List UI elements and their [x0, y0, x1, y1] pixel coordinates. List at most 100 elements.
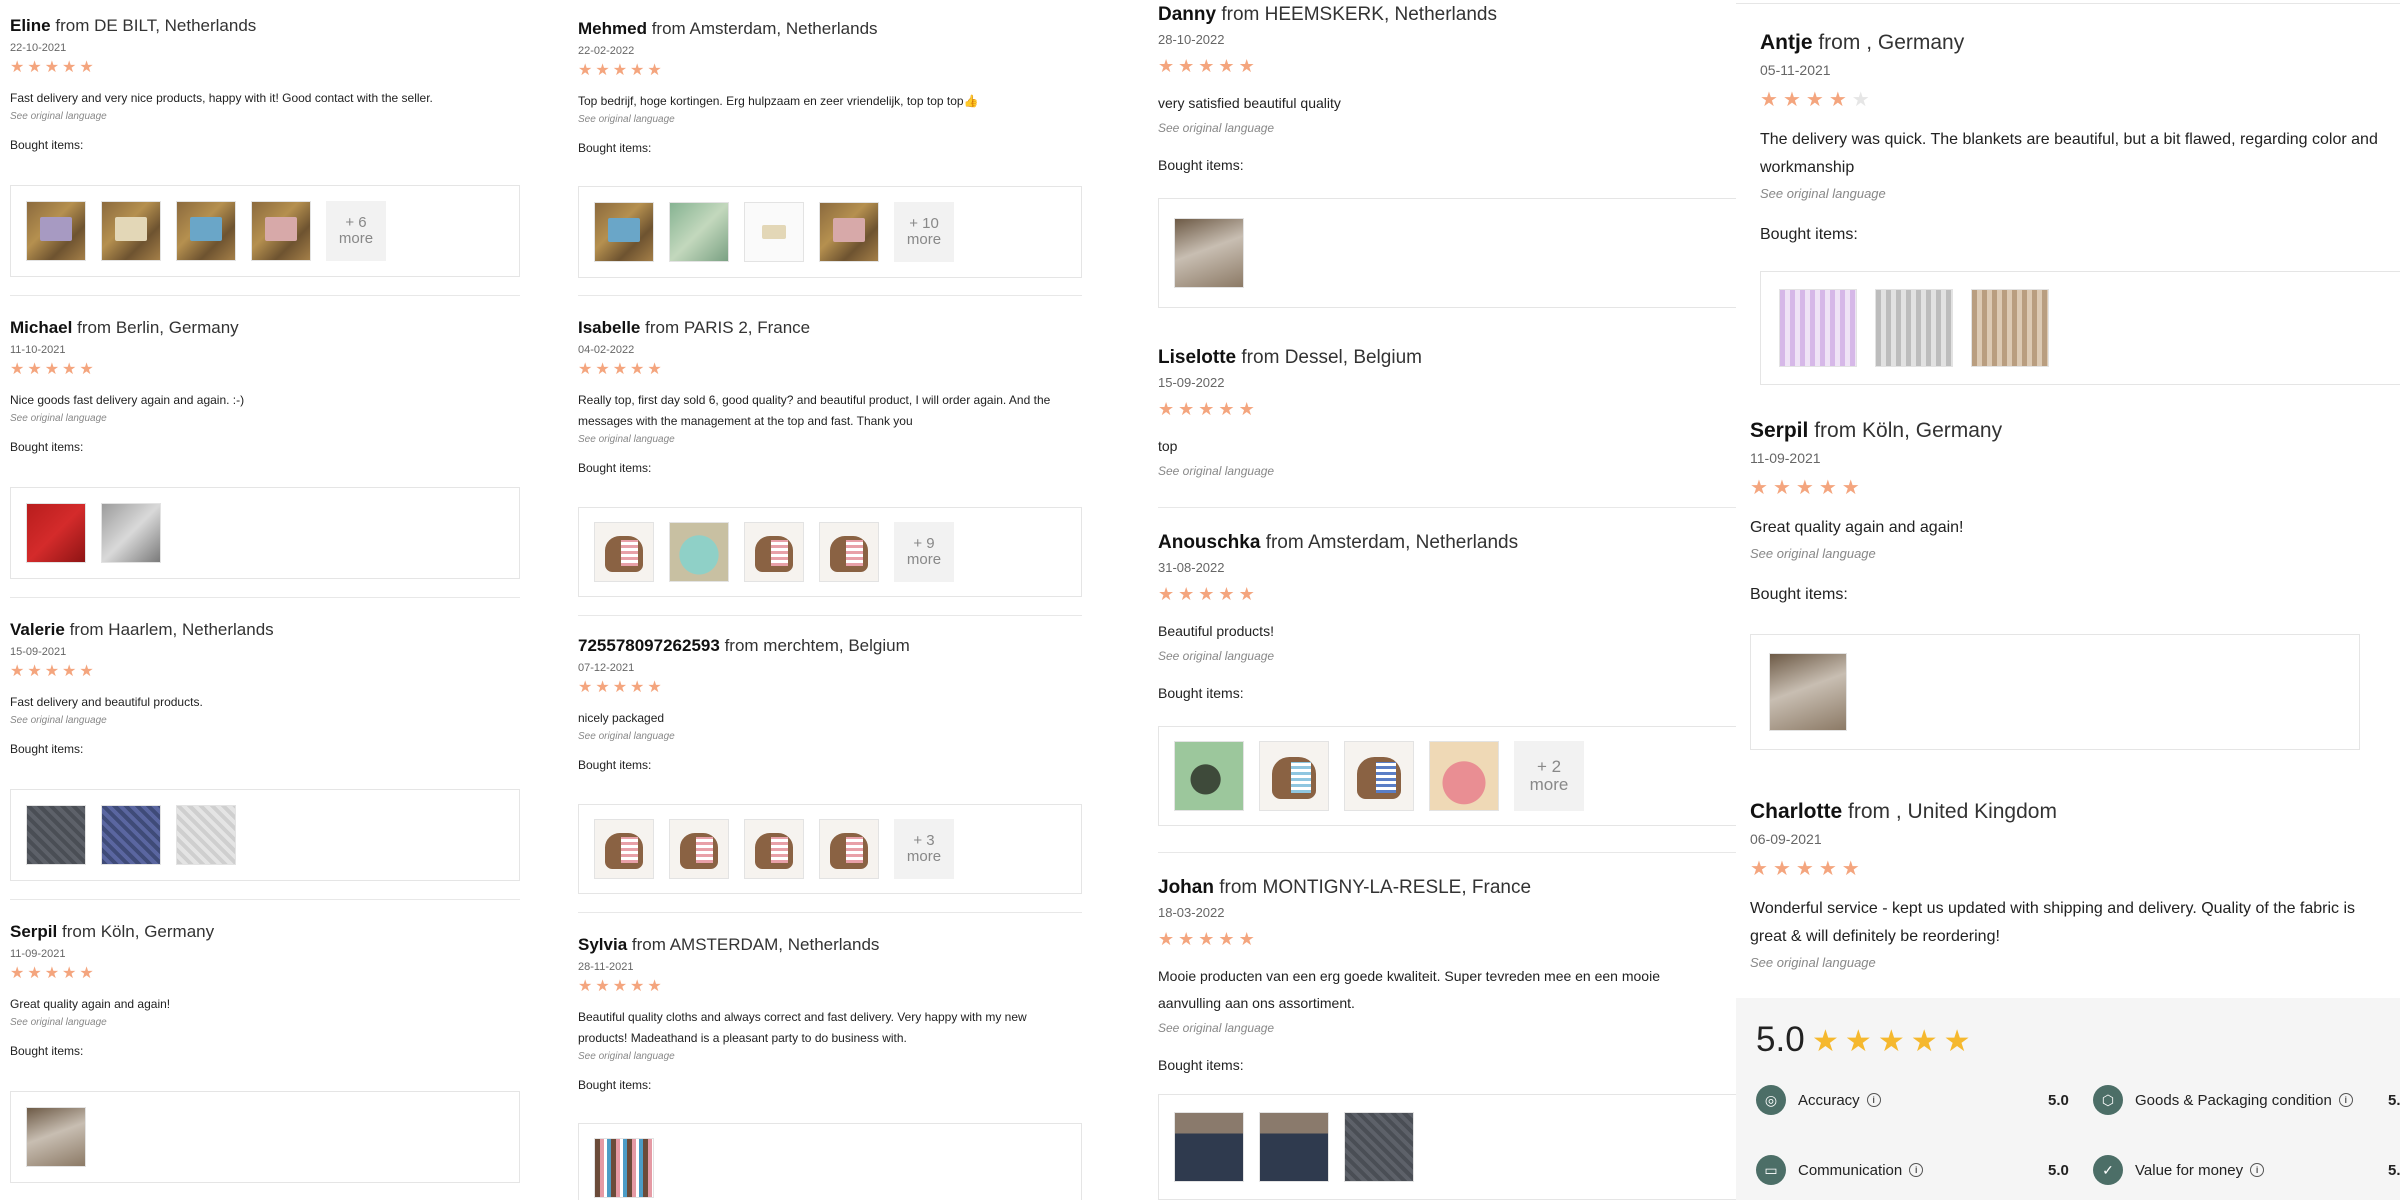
info-icon[interactable]: i — [2250, 1163, 2265, 1177]
star-icon: ★ — [1198, 399, 1215, 419]
more-items-button[interactable]: + 2 more — [1514, 741, 1584, 811]
bought-items-label: Bought items: — [1158, 157, 1244, 173]
product-thumbnail[interactable] — [101, 503, 161, 563]
product-thumbnail[interactable] — [669, 202, 729, 262]
product-thumbnail[interactable] — [1259, 1112, 1329, 1182]
product-thumbnail[interactable] — [1174, 741, 1244, 811]
reviewer-line: 725578097262593 from merchtem, Belgium — [578, 636, 1078, 656]
product-thumbnail[interactable] — [594, 819, 654, 879]
metric-label: Accuracy — [1798, 1091, 1860, 1109]
see-original-language-link[interactable]: See original language — [1158, 121, 1736, 135]
product-thumbnail[interactable] — [1429, 741, 1499, 811]
see-original-language-link[interactable]: See original language — [1158, 464, 1736, 478]
product-thumbnail[interactable] — [1174, 218, 1244, 288]
see-original-language-link[interactable]: See original language — [1158, 1021, 1736, 1035]
info-icon[interactable]: i — [1909, 1163, 1924, 1177]
see-original-language-link[interactable]: See original language — [578, 114, 1078, 125]
see-original-language-link[interactable]: See original language — [578, 731, 1078, 742]
reviewer-location: MONTIGNY-LA-RESLE, France — [1262, 877, 1532, 898]
product-thumbnail[interactable] — [1769, 653, 1847, 731]
product-thumbnail[interactable] — [1174, 1112, 1244, 1182]
from-label: from — [724, 636, 759, 655]
metric-label: Value for money — [2135, 1161, 2244, 1179]
from-label: from — [651, 19, 686, 38]
more-items-button[interactable]: + 10 more — [894, 202, 954, 262]
metric-communication: ▭ Communication i — [1756, 1155, 1924, 1185]
reviewer-location: DE BILT, Netherlands — [94, 16, 257, 35]
star-icon: ★ — [1218, 929, 1235, 949]
reviewer-line: Liselotte from Dessel, Belgium — [1158, 347, 1736, 369]
product-thumbnail[interactable] — [1971, 289, 2049, 367]
product-thumbnail[interactable] — [26, 805, 86, 865]
product-thumbnail[interactable] — [1344, 1112, 1414, 1182]
more-count: + 6 — [345, 214, 367, 232]
product-thumbnail[interactable] — [669, 522, 729, 582]
product-thumbnail[interactable] — [744, 522, 804, 582]
product-thumbnail[interactable] — [1779, 289, 1857, 367]
product-thumbnail[interactable] — [669, 819, 729, 879]
more-items-button[interactable]: + 3 more — [894, 819, 954, 879]
see-original-language-link[interactable]: See original language — [1750, 546, 2400, 561]
metric-value: 5.0 — [2048, 1092, 2069, 1109]
product-thumbnail[interactable] — [744, 202, 804, 262]
product-thumbnail[interactable] — [1875, 289, 1953, 367]
review-date: 22-02-2022 — [578, 45, 635, 57]
reviewer-line: Serpil from Köln, Germany — [10, 922, 520, 942]
star-icon: ★ — [44, 965, 60, 982]
product-thumbnail[interactable] — [26, 1107, 86, 1167]
more-label: more — [1529, 775, 1569, 794]
star-icon: ★ — [647, 62, 662, 79]
product-thumbnail[interactable] — [101, 201, 161, 261]
reviewer-location: merchtem, Belgium — [763, 636, 910, 655]
product-thumbnail[interactable] — [819, 819, 879, 879]
see-original-language-link[interactable]: See original language — [10, 413, 520, 424]
product-thumbnail[interactable] — [1259, 741, 1329, 811]
star-icon: ★ — [1238, 56, 1255, 76]
see-original-language-link[interactable]: See original language — [578, 1051, 1078, 1062]
see-original-language-link[interactable]: See original language — [10, 1017, 520, 1028]
product-thumbnail[interactable] — [819, 202, 879, 262]
review-date: 15-09-2022 — [1158, 375, 1225, 390]
info-icon[interactable]: i — [2338, 1093, 2353, 1107]
metric-goods-packaging: ⬡ Goods & Packaging condition i — [2093, 1085, 2353, 1115]
see-original-language-link[interactable]: See original language — [10, 715, 520, 726]
product-thumbnail[interactable] — [1344, 741, 1414, 811]
reviewer-location: Köln, Germany — [100, 922, 215, 941]
see-original-language-link[interactable]: See original language — [1158, 649, 1736, 663]
rating-stars: ★ ★ ★ ★ ★ — [10, 60, 520, 76]
see-original-language-link[interactable]: See original language — [1760, 186, 2400, 201]
product-thumbnail[interactable] — [26, 201, 86, 261]
reviewer-location: PARIS 2, France — [683, 318, 811, 337]
see-original-language-link[interactable]: See original language — [1750, 955, 2400, 970]
product-thumbnail[interactable] — [176, 805, 236, 865]
star-icon: ★ — [27, 663, 42, 680]
product-thumbnail[interactable] — [744, 819, 804, 879]
product-thumbnail[interactable] — [594, 1138, 654, 1198]
star-icon: ★ — [10, 965, 25, 982]
from-label: from — [1265, 532, 1304, 553]
star-icon: ★ — [578, 978, 593, 995]
product-thumbnail[interactable] — [819, 522, 879, 582]
see-original-language-link[interactable]: See original language — [578, 434, 1078, 445]
see-original-language-link[interactable]: See original language — [10, 111, 520, 122]
bought-items-box — [10, 487, 520, 579]
from-label: from — [1219, 877, 1258, 898]
review-text: top — [1158, 438, 1178, 454]
product-thumbnail[interactable] — [594, 522, 654, 582]
star-icon: ★ — [1828, 89, 1847, 111]
product-thumbnail[interactable] — [176, 201, 236, 261]
more-count: + 3 — [913, 832, 935, 850]
info-icon[interactable]: i — [1866, 1093, 1881, 1107]
more-items-button[interactable]: + 6 more — [326, 201, 386, 261]
divider — [578, 912, 1082, 913]
reviewer-name: Isabelle — [578, 318, 641, 337]
star-icon: ★ — [1198, 584, 1215, 604]
more-items-button[interactable]: + 9 more — [894, 522, 954, 582]
product-thumbnail[interactable] — [251, 201, 311, 261]
product-thumbnail[interactable] — [26, 503, 86, 563]
bought-items-label: Bought items: — [578, 1078, 652, 1092]
review-card: Eline from DE BILT, Netherlands 22-10-20… — [10, 16, 520, 277]
product-thumbnail[interactable] — [594, 202, 654, 262]
product-thumbnail[interactable] — [101, 805, 161, 865]
reviewer-location: , United Kingdom — [1895, 800, 2057, 823]
